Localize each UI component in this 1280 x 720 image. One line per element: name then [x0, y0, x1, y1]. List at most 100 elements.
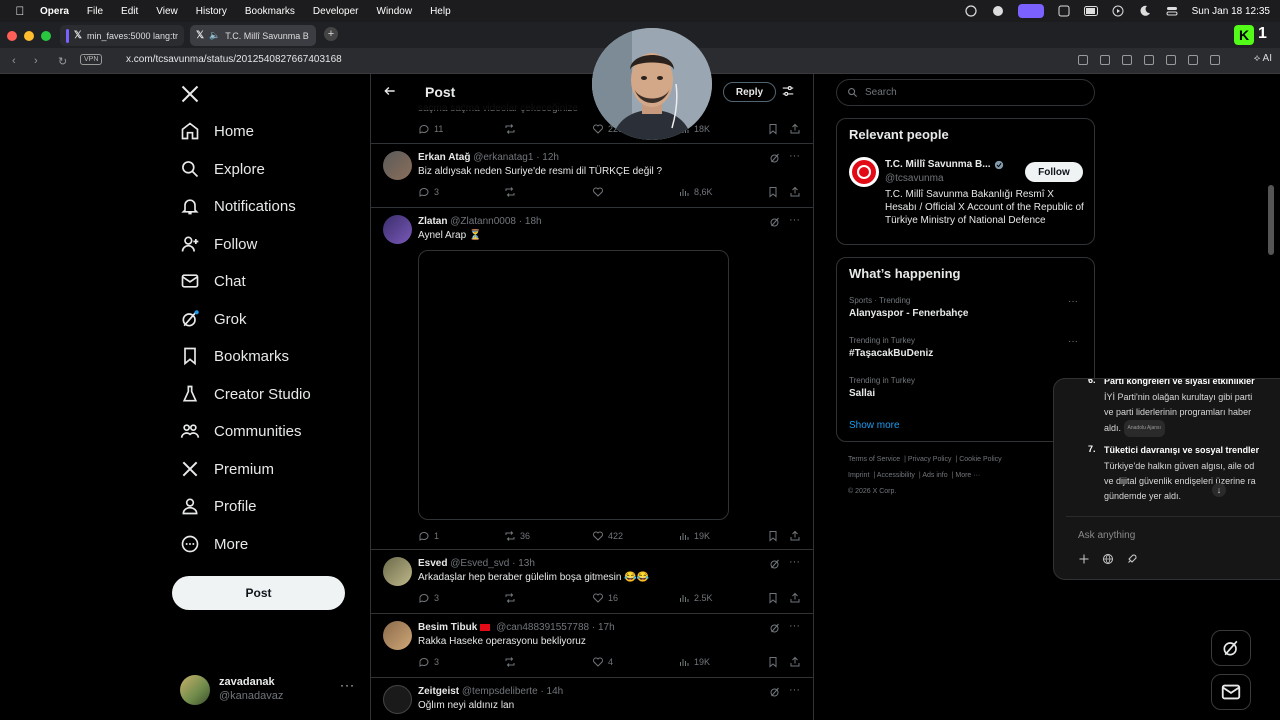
reply-tweet[interactable]: Zeitgeist @tempsdeliberte · 14h Oğlım ne… — [371, 678, 813, 720]
kick-extension-icon[interactable]: K — [1234, 25, 1254, 45]
author-name[interactable]: Esved — [418, 558, 447, 569]
author-name[interactable]: Erkan Atağ — [418, 152, 470, 163]
play-icon[interactable] — [1111, 5, 1125, 17]
timestamp[interactable]: · 12h — [536, 152, 559, 163]
views-action[interactable]: 2.5K — [678, 592, 713, 604]
source-chip[interactable]: Anadolu Ajansı — [1123, 420, 1165, 437]
tweet-video[interactable] — [418, 250, 729, 520]
bookmark-action[interactable] — [767, 530, 779, 542]
footer-link[interactable]: Cookie Policy — [959, 456, 1001, 463]
new-tab-button[interactable]: + — [324, 27, 338, 41]
speaker-icon[interactable]: 🔈 — [209, 30, 220, 41]
avatar[interactable] — [383, 557, 412, 586]
search-input[interactable]: Search — [836, 79, 1095, 106]
more-dots-icon[interactable]: ··· — [1068, 296, 1078, 307]
url-field[interactable]: x.com/tcsavunma/status/20125408276674031… — [126, 54, 342, 65]
grok-explain-icon[interactable] — [769, 686, 781, 698]
like-action[interactable] — [592, 186, 604, 198]
plus-icon[interactable] — [1078, 553, 1090, 565]
timestamp[interactable]: · 18h — [519, 216, 542, 227]
heart-icon[interactable] — [1166, 55, 1176, 65]
timestamp[interactable]: · 14h — [540, 686, 563, 697]
menu-history[interactable]: History — [196, 6, 227, 17]
nav-profile[interactable]: Profile — [180, 491, 257, 521]
menu-edit[interactable]: Edit — [121, 6, 138, 17]
views-action[interactable]: 19K — [678, 656, 710, 668]
footer-link[interactable]: Imprint — [848, 472, 869, 479]
trend-item[interactable]: Sports · Trending Alanyaspor - Fenerbahç… — [849, 296, 1084, 319]
bookmark-action[interactable] — [767, 123, 779, 135]
sliders-icon[interactable] — [781, 84, 795, 98]
edit-icon[interactable] — [1078, 55, 1088, 65]
control-center-icon[interactable] — [1165, 5, 1179, 17]
reply-button[interactable]: Reply — [723, 82, 776, 102]
send-icon[interactable] — [1144, 55, 1154, 65]
menu-file[interactable]: File — [87, 6, 103, 17]
grok-explain-icon[interactable] — [769, 152, 781, 164]
relevant-handle[interactable]: @tcsavunma — [885, 173, 944, 184]
views-action[interactable]: 8,6K — [678, 186, 713, 198]
vpn-badge[interactable]: VPN — [80, 54, 103, 65]
reply-tweet[interactable]: Zlatan @Zlatann0008 · 18h Aynel Arap ⏳ ·… — [371, 208, 813, 550]
menu-bookmarks[interactable]: Bookmarks — [245, 6, 295, 17]
reply-action[interactable]: 3 — [418, 592, 439, 604]
more-dots-icon[interactable]: ··· — [789, 620, 800, 632]
grid-icon[interactable] — [1057, 5, 1071, 17]
show-more-link[interactable]: Show more — [849, 420, 900, 431]
share-action[interactable] — [789, 592, 801, 604]
timestamp[interactable]: · 13h — [512, 558, 535, 569]
nav-communities[interactable]: Communities — [180, 416, 302, 446]
status-icon-b[interactable] — [991, 5, 1005, 17]
forward-nav-icon[interactable]: › — [34, 55, 38, 67]
retweet-action[interactable] — [504, 656, 516, 668]
tab-search[interactable]: 𝕏 min_faves:5000 lang:tr — [60, 25, 184, 46]
reload-icon[interactable]: ↻ — [58, 55, 67, 68]
menu-app[interactable]: Opera — [40, 6, 69, 17]
footer-link[interactable]: Accessibility — [877, 472, 915, 479]
account-switcher[interactable]: zavadanak @kanadavaz ··· — [180, 674, 360, 705]
avatar[interactable] — [849, 157, 879, 187]
author-handle[interactable]: @can488391557788 — [496, 622, 589, 633]
rocket-icon[interactable] — [1126, 553, 1138, 565]
share-action[interactable] — [789, 530, 801, 542]
footer-link[interactable]: More ··· — [955, 472, 980, 479]
trend-item[interactable]: Trending in Turkey #TaşacakBuDeniz ··· — [849, 336, 1084, 359]
trend-item[interactable]: Trending in Turkey Sallai — [849, 376, 1084, 399]
author-name[interactable]: Besim Tibuk — [418, 622, 477, 633]
x-logo-icon[interactable] — [180, 84, 200, 104]
shield-icon[interactable] — [1122, 55, 1132, 65]
minimize-window-button[interactable] — [24, 31, 34, 41]
close-window-button[interactable] — [7, 31, 17, 41]
retweet-action[interactable] — [504, 186, 516, 198]
grok-explain-icon[interactable] — [769, 216, 781, 228]
apple-icon[interactable]:  — [0, 4, 40, 18]
reply-action[interactable]: 3 — [418, 656, 439, 668]
author-handle[interactable]: @Zlatann0008 — [450, 216, 516, 227]
share-action[interactable] — [789, 186, 801, 198]
more-dots-icon[interactable]: ··· — [789, 214, 800, 226]
nav-chat[interactable]: Chat — [180, 266, 246, 296]
like-action[interactable]: 16 — [592, 592, 618, 604]
grok-explain-icon[interactable] — [769, 558, 781, 570]
menu-view[interactable]: View — [156, 6, 178, 17]
scroll-down-icon[interactable]: ↓ — [1212, 483, 1226, 497]
tab-active[interactable]: 𝕏 🔈 T.C. Millî Savunma B — [190, 25, 316, 46]
messages-fab-button[interactable] — [1211, 674, 1251, 710]
retweet-action[interactable] — [504, 592, 516, 604]
like-action[interactable]: 4 — [592, 656, 613, 668]
zoom-window-button[interactable] — [41, 31, 51, 41]
back-nav-icon[interactable]: ‹ — [12, 55, 16, 67]
author-name[interactable]: Zeitgeist — [418, 686, 459, 697]
footer-link[interactable]: Terms of Service — [848, 456, 900, 463]
more-dots-icon[interactable]: ··· — [789, 684, 800, 696]
nav-home[interactable]: Home — [180, 116, 254, 146]
nav-explore[interactable]: Explore — [180, 154, 265, 184]
profile-badge-icon[interactable]: 1 — [1258, 25, 1276, 45]
relevant-name[interactable]: T.C. Millî Savunma B... — [885, 159, 1004, 170]
menu-window[interactable]: Window — [377, 6, 413, 17]
camera-icon[interactable] — [1100, 55, 1110, 65]
menu-developer[interactable]: Developer — [313, 6, 359, 17]
share-action[interactable] — [789, 656, 801, 668]
views-action[interactable]: 19K — [678, 530, 710, 542]
reply-tweet[interactable]: Erkan Atağ @erkanatag1 · 12h Biz aldıysa… — [371, 144, 813, 208]
